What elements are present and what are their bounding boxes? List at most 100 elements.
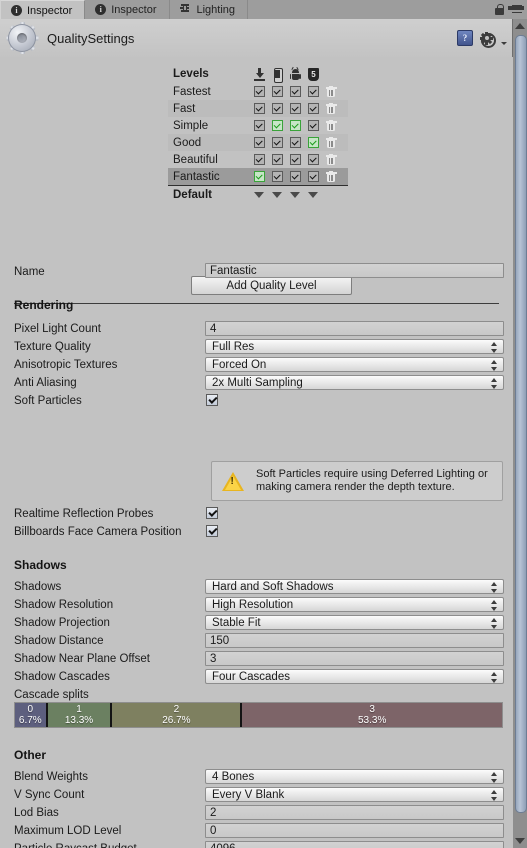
tab-inspector-1[interactable]: i Inspector xyxy=(0,0,86,20)
chevron-down-icon[interactable] xyxy=(272,192,282,198)
checkbox-ios[interactable] xyxy=(271,103,283,114)
trash-icon[interactable] xyxy=(325,136,337,149)
chevron-down-icon[interactable] xyxy=(308,192,318,198)
shadow-projection-value: Stable Fit xyxy=(212,616,261,629)
checkbox-android[interactable] xyxy=(289,154,301,165)
checkbox-ios[interactable] xyxy=(271,86,283,97)
chevron-down-icon[interactable] xyxy=(501,42,507,45)
realtime-reflection-probes-checkbox[interactable] xyxy=(206,507,218,519)
checkbox-webgl[interactable] xyxy=(307,86,319,97)
name-row-label-wrap: Name xyxy=(14,263,204,280)
name-input[interactable]: Fantastic xyxy=(205,263,504,278)
trash-icon[interactable] xyxy=(325,153,337,166)
shadow-distance-input[interactable]: 150 xyxy=(205,633,504,648)
webgl-platform-icon: 5 xyxy=(307,67,319,81)
checkbox-standalone[interactable] xyxy=(253,171,265,182)
tab-label: Inspector xyxy=(111,3,157,16)
shadow-distance-label: Shadow Distance xyxy=(14,634,104,647)
checkbox-ios[interactable] xyxy=(271,171,283,182)
level-row-simple[interactable]: Simple xyxy=(168,117,348,134)
billboards-face-camera-position-checkbox[interactable] xyxy=(206,525,218,537)
checkbox-ios[interactable] xyxy=(271,120,283,131)
v-sync-count-dropdown[interactable]: Every V Blank xyxy=(205,787,504,802)
chevron-down-icon[interactable] xyxy=(254,192,264,198)
chevron-down-icon[interactable] xyxy=(290,192,300,198)
rendering-anisotropic-textures-row: Anisotropic Textures xyxy=(14,356,204,373)
maximum-lod-level-input[interactable]: 0 xyxy=(205,823,504,838)
checkbox-standalone[interactable] xyxy=(253,86,265,97)
level-row-beautiful[interactable]: Beautiful xyxy=(168,151,348,168)
level-row-fastest[interactable]: Fastest xyxy=(168,83,348,100)
cascade-segment-1[interactable]: 1 13.3% xyxy=(47,703,113,727)
checkbox-android[interactable] xyxy=(289,86,301,97)
checkbox-android[interactable] xyxy=(289,120,301,131)
scrollbar-thumb[interactable] xyxy=(515,35,527,813)
help-book-icon[interactable]: ? xyxy=(457,30,473,46)
checkbox-standalone[interactable] xyxy=(253,120,265,131)
texture-quality-dropdown[interactable]: Full Res xyxy=(205,339,504,354)
chevron-down-icon[interactable] xyxy=(515,838,525,844)
shadows-shadow-distance-row: Shadow Distance xyxy=(14,632,204,649)
texture-quality-label: Texture Quality xyxy=(14,340,91,353)
blend-weights-label: Blend Weights xyxy=(14,770,88,783)
pixel-light-count-input[interactable]: 4 xyxy=(205,321,504,336)
lod-bias-input[interactable]: 2 xyxy=(205,805,504,820)
tab-lighting[interactable]: Lighting xyxy=(169,0,249,19)
blend-weights-dropdown[interactable]: 4 Bones xyxy=(205,769,504,784)
cascade-splits-row: Cascade splits xyxy=(14,686,204,703)
checkbox-standalone[interactable] xyxy=(253,154,265,165)
shadows-dropdown[interactable]: Hard and Soft Shadows xyxy=(205,579,504,594)
standalone-platform-icon xyxy=(253,67,265,81)
gear-icon[interactable] xyxy=(480,31,496,48)
checkbox-android[interactable] xyxy=(289,137,301,148)
checkbox-standalone[interactable] xyxy=(253,103,265,114)
checkbox-android[interactable] xyxy=(289,171,301,182)
anisotropic-textures-dropdown[interactable]: Forced On xyxy=(205,357,504,372)
anti-aliasing-dropdown[interactable]: 2x Multi Sampling xyxy=(205,375,504,390)
checkbox-webgl[interactable] xyxy=(307,171,319,182)
shadows-value: Hard and Soft Shadows xyxy=(212,580,334,593)
level-row-good[interactable]: Good xyxy=(168,134,348,151)
shadow-projection-dropdown[interactable]: Stable Fit xyxy=(205,615,504,630)
shadow-cascades-dropdown[interactable]: Four Cascades xyxy=(205,669,504,684)
vertical-scrollbar[interactable] xyxy=(512,19,527,848)
shadow-resolution-dropdown[interactable]: High Resolution xyxy=(205,597,504,612)
level-row-fast[interactable]: Fast xyxy=(168,100,348,117)
cascade-segment-0[interactable]: 0 6.7% xyxy=(15,703,48,727)
checkbox-android[interactable] xyxy=(289,103,301,114)
other-particle-raycast-budget-row: Particle Raycast Budget xyxy=(14,840,204,848)
lock-icon[interactable] xyxy=(495,4,504,15)
trash-icon[interactable] xyxy=(325,85,337,98)
checkbox-webgl[interactable] xyxy=(307,154,319,165)
chevron-up-icon[interactable] xyxy=(515,23,525,29)
cascade-segment-3[interactable]: 3 53.3% xyxy=(242,703,502,727)
checkbox-ios[interactable] xyxy=(271,154,283,165)
trash-icon[interactable] xyxy=(325,170,337,183)
checkbox-standalone[interactable] xyxy=(253,137,265,148)
cascade-segment-2[interactable]: 2 26.7% xyxy=(112,703,243,727)
shadows-shadows-row: Shadows xyxy=(14,578,204,595)
tab-inspector-2[interactable]: i Inspector xyxy=(85,0,170,19)
checkbox-webgl[interactable] xyxy=(307,103,319,114)
trash-icon[interactable] xyxy=(325,119,337,132)
texture-quality-value: Full Res xyxy=(212,340,255,353)
tab-label: Lighting xyxy=(196,3,236,16)
shadow-near-plane-offset-input[interactable]: 3 xyxy=(205,651,504,666)
hamburger-menu-icon[interactable] xyxy=(508,4,524,15)
ios-platform-icon xyxy=(271,67,283,83)
particle-raycast-budget-input[interactable]: 4096 xyxy=(205,841,504,848)
level-row-fantastic[interactable]: Fantastic xyxy=(168,168,348,185)
trash-icon[interactable] xyxy=(325,102,337,115)
cascade-splits-bar[interactable]: 0 6.7% 1 13.3% 2 26.7% 3 53.3% xyxy=(14,702,503,728)
levels-header-label: Levels xyxy=(173,68,209,80)
tab-bar-filler xyxy=(248,0,495,19)
cascade-index: 1 xyxy=(76,704,82,715)
level-name: Good xyxy=(173,136,202,149)
checkbox-webgl[interactable] xyxy=(307,137,319,148)
add-quality-level-button[interactable]: Add Quality Level xyxy=(191,276,352,295)
shadows-label: Shadows xyxy=(14,580,62,593)
soft-particles-checkbox[interactable] xyxy=(206,394,218,406)
checkbox-ios[interactable] xyxy=(271,137,283,148)
checkbox-webgl[interactable] xyxy=(307,120,319,131)
unity-inspector-window: i Inspector i Inspector Lighting Quality… xyxy=(0,0,527,848)
